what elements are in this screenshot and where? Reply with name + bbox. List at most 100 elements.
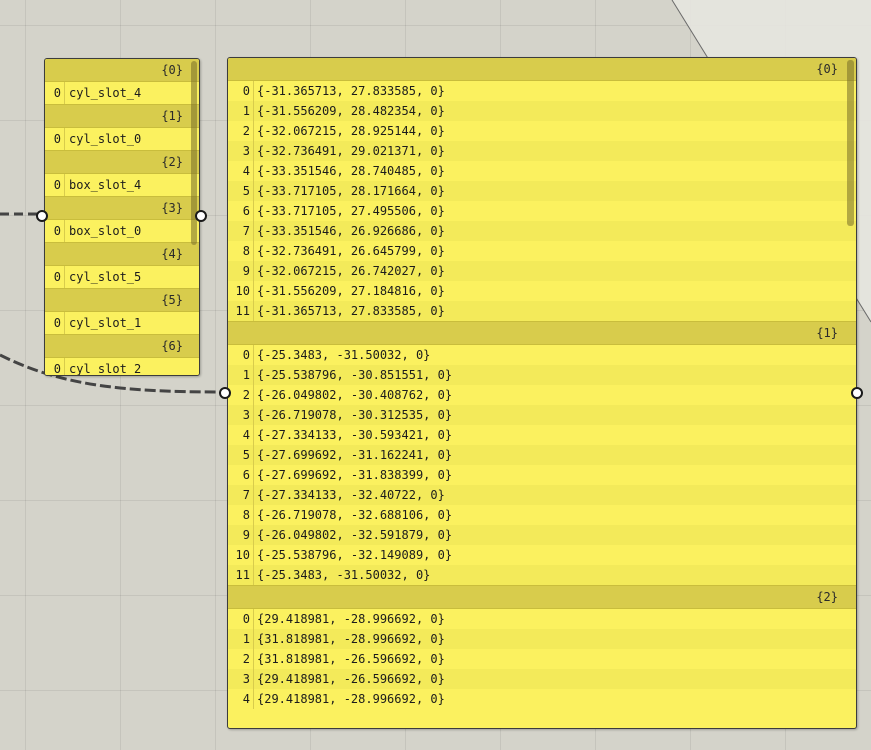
item-index: 2	[228, 649, 254, 669]
list-item: 7 {-27.334133, -32.40722, 0}	[228, 485, 856, 505]
item-value: {31.818981, -26.596692, 0}	[257, 652, 445, 666]
scrollbar-thumb[interactable]	[847, 60, 854, 226]
item-index: 6	[228, 201, 254, 221]
list-item: 8 {-26.719078, -32.688106, 0}	[228, 505, 856, 525]
item-index: 4	[228, 425, 254, 445]
item-value: cyl_slot_5	[69, 270, 142, 284]
list-item: 2 {-32.067215, 28.925144, 0}	[228, 121, 856, 141]
list-item: 0 box_slot_0	[45, 220, 199, 242]
list-item: 0 {-25.3483, -31.50032, 0}	[228, 345, 856, 365]
item-index: 0	[45, 128, 65, 150]
branch-header: {2}	[228, 585, 856, 609]
item-value: {29.418981, -28.996692, 0}	[257, 612, 445, 626]
item-index: 8	[228, 505, 254, 525]
item-index: 0	[228, 609, 254, 629]
left-panel-input-port[interactable]	[36, 210, 48, 222]
list-item: 0 cyl_slot_1	[45, 312, 199, 334]
item-index: 5	[228, 445, 254, 465]
list-item: 0 {-31.365713, 27.833585, 0}	[228, 81, 856, 101]
item-value: {-32.736491, 29.021371, 0}	[257, 144, 445, 158]
item-value: {-25.538796, -30.851551, 0}	[257, 368, 453, 382]
item-value: {-26.049802, -30.408762, 0}	[257, 388, 453, 402]
item-index: 5	[228, 181, 254, 201]
item-index: 4	[228, 689, 254, 709]
branch-items: 0 {29.418981, -28.996692, 0} 1 {31.818981, …	[228, 609, 856, 709]
list-item: 4 {-33.351546, 28.740485, 0}	[228, 161, 856, 181]
point-list-panel[interactable]: {0} 0 {-31.365713, 27.833585, 0} 1 {-31.5562…	[227, 57, 857, 729]
left-panel-output-port[interactable]	[195, 210, 207, 222]
item-value: {29.418981, -26.596692, 0}	[257, 672, 445, 686]
item-index: 0	[45, 312, 65, 334]
list-item: 0 cyl_slot_0	[45, 128, 199, 150]
list-item: 0 box_slot_4	[45, 174, 199, 196]
list-item: 11 {-31.365713, 27.833585, 0}	[228, 301, 856, 321]
branch-items: 0 {-31.365713, 27.833585, 0} 1 {-31.556209,…	[228, 81, 856, 321]
list-item: 7 {-33.351546, 26.926686, 0}	[228, 221, 856, 241]
list-item: 10 {-31.556209, 27.184816, 0}	[228, 281, 856, 301]
item-index: 8	[228, 241, 254, 261]
list-item: 4 {29.418981, -28.996692, 0}	[228, 689, 856, 709]
list-item: 3 {29.418981, -26.596692, 0}	[228, 669, 856, 689]
item-value: {-26.049802, -32.591879, 0}	[257, 528, 453, 542]
branch-items: 0 box_slot_0	[45, 220, 199, 242]
branch-header: {1}	[45, 104, 199, 128]
item-index: 0	[45, 358, 65, 375]
item-index: 6	[228, 465, 254, 485]
item-value: {-32.736491, 26.645799, 0}	[257, 244, 445, 258]
item-value: {-25.538796, -32.149089, 0}	[257, 548, 453, 562]
branch-items: 0 cyl_slot_0	[45, 128, 199, 150]
item-value: {-27.699692, -31.838399, 0}	[257, 468, 453, 482]
right-panel-input-port[interactable]	[219, 387, 231, 399]
item-index: 2	[228, 121, 254, 141]
item-value: {29.418981, -28.996692, 0}	[257, 692, 445, 706]
branch-items: 0 cyl_slot_2	[45, 358, 199, 375]
branch-header: {0}	[228, 58, 856, 81]
list-item: 10 {-25.538796, -32.149089, 0}	[228, 545, 856, 565]
item-value: {-31.365713, 27.833585, 0}	[257, 84, 445, 98]
item-index: 0	[45, 220, 65, 242]
item-value: {-33.717105, 27.495506, 0}	[257, 204, 445, 218]
list-item: 5 {-33.717105, 28.171664, 0}	[228, 181, 856, 201]
branch-header: {2}	[45, 150, 199, 174]
item-value: {-27.699692, -31.162241, 0}	[257, 448, 453, 462]
right-panel-output-port[interactable]	[851, 387, 863, 399]
item-index: 0	[45, 82, 65, 104]
item-index: 1	[228, 629, 254, 649]
item-value: {-25.3483, -31.50032, 0}	[257, 348, 431, 362]
list-item: 0 {29.418981, -28.996692, 0}	[228, 609, 856, 629]
list-item: 9 {-26.049802, -32.591879, 0}	[228, 525, 856, 545]
item-index: 10	[228, 545, 254, 565]
item-value: {-25.3483, -31.50032, 0}	[257, 568, 431, 582]
item-value: {-33.351546, 28.740485, 0}	[257, 164, 445, 178]
item-value: {31.818981, -28.996692, 0}	[257, 632, 445, 646]
item-value: {-31.556209, 28.482354, 0}	[257, 104, 445, 118]
item-index: 0	[45, 174, 65, 196]
list-item: 8 {-32.736491, 26.645799, 0}	[228, 241, 856, 261]
item-index: 7	[228, 485, 254, 505]
list-item: 2 {31.818981, -26.596692, 0}	[228, 649, 856, 669]
item-value: cyl_slot_0	[69, 132, 142, 146]
item-value: {-26.719078, -30.312535, 0}	[257, 408, 453, 422]
list-item: 1 {-31.556209, 28.482354, 0}	[228, 101, 856, 121]
item-value: box_slot_0	[69, 224, 142, 238]
item-value: {-27.334133, -32.40722, 0}	[257, 488, 445, 502]
item-value: {-32.067215, 28.925144, 0}	[257, 124, 445, 138]
item-index: 2	[228, 385, 254, 405]
list-item: 5 {-27.699692, -31.162241, 0}	[228, 445, 856, 465]
list-item: 2 {-26.049802, -30.408762, 0}	[228, 385, 856, 405]
item-value: cyl_slot_1	[69, 316, 142, 330]
item-index: 3	[228, 405, 254, 425]
list-item: 1 {31.818981, -28.996692, 0}	[228, 629, 856, 649]
item-value: box_slot_4	[69, 178, 142, 192]
branch-items: 0 cyl_slot_1	[45, 312, 199, 334]
item-index: 11	[228, 301, 254, 321]
text-list-panel[interactable]: {0} 0 cyl_slot_4 {1} 0 cyl_slot_0 {2} 0 box_slot…	[44, 58, 200, 376]
branch-items: 0 cyl_slot_5	[45, 266, 199, 288]
list-item: 11 {-25.3483, -31.50032, 0}	[228, 565, 856, 585]
item-index: 3	[228, 141, 254, 161]
list-item: 1 {-25.538796, -30.851551, 0}	[228, 365, 856, 385]
item-index: 0	[228, 81, 254, 101]
branch-header: {0}	[45, 59, 199, 82]
list-item: 0 cyl_slot_4	[45, 82, 199, 104]
list-item: 9 {-32.067215, 26.742027, 0}	[228, 261, 856, 281]
